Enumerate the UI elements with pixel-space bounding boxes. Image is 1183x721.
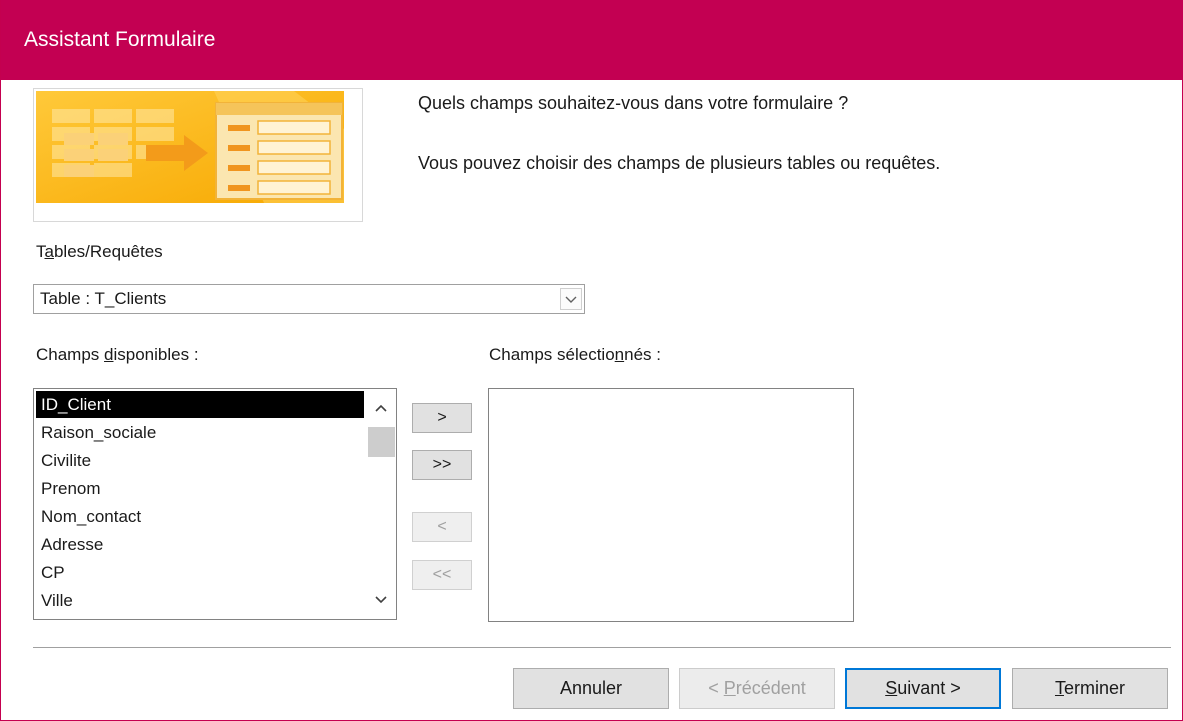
next-button[interactable]: Suivant > — [845, 668, 1001, 709]
chevron-up-icon[interactable] — [370, 397, 392, 419]
selected-fields-label: Champs sélectionnés : — [489, 345, 661, 364]
add-all-fields-button[interactable]: >> — [412, 450, 472, 480]
available-fields-list[interactable]: ID_Client Raison_sociale Civilite Prenom… — [33, 388, 397, 620]
wizard-question: Quels champs souhaitez-vous dans votre f… — [418, 93, 849, 113]
wizard-illustration — [33, 88, 363, 222]
chevron-down-icon[interactable] — [560, 288, 582, 310]
combobox-value: Table : T_Clients — [40, 289, 167, 308]
chevron-down-icon[interactable] — [370, 589, 392, 611]
list-item[interactable]: Prenom — [36, 475, 364, 502]
title-bar: Assistant Formulaire — [1, 0, 1183, 80]
list-item[interactable]: Ville — [36, 587, 364, 614]
list-item[interactable]: Raison_sociale — [36, 419, 364, 446]
list-item[interactable]: Civilite — [36, 447, 364, 474]
scrollbar-thumb[interactable] — [368, 427, 395, 457]
wizard-hint: Vous pouvez choisir des champs de plusie… — [418, 153, 941, 173]
selected-fields-list[interactable] — [488, 388, 854, 622]
form-wizard-image — [36, 91, 344, 203]
list-item[interactable]: CP — [36, 559, 364, 586]
list-item[interactable]: Nom_contact — [36, 503, 364, 530]
remove-all-fields-button[interactable]: << — [412, 560, 472, 590]
tables-queries-combobox[interactable]: Table : T_Clients — [33, 284, 585, 314]
previous-button[interactable]: < Précédent — [679, 668, 835, 709]
list-item[interactable]: Adresse — [36, 531, 364, 558]
finish-button[interactable]: Terminer — [1012, 668, 1168, 709]
footer-separator — [33, 647, 1171, 648]
vertical-scrollbar[interactable] — [366, 389, 396, 619]
window-title: Assistant Formulaire — [24, 28, 216, 51]
add-field-button[interactable]: > — [412, 403, 472, 433]
form-wizard-dialog: Assistant Formulaire Quels champs souhai… — [0, 0, 1183, 721]
list-item[interactable]: ID_Client — [36, 391, 364, 418]
tables-queries-label: Tables/Requêtes — [36, 242, 163, 261]
remove-field-button[interactable]: < — [412, 512, 472, 542]
cancel-button[interactable]: Annuler — [513, 668, 669, 709]
available-fields-label: Champs disponibles : — [36, 345, 199, 364]
